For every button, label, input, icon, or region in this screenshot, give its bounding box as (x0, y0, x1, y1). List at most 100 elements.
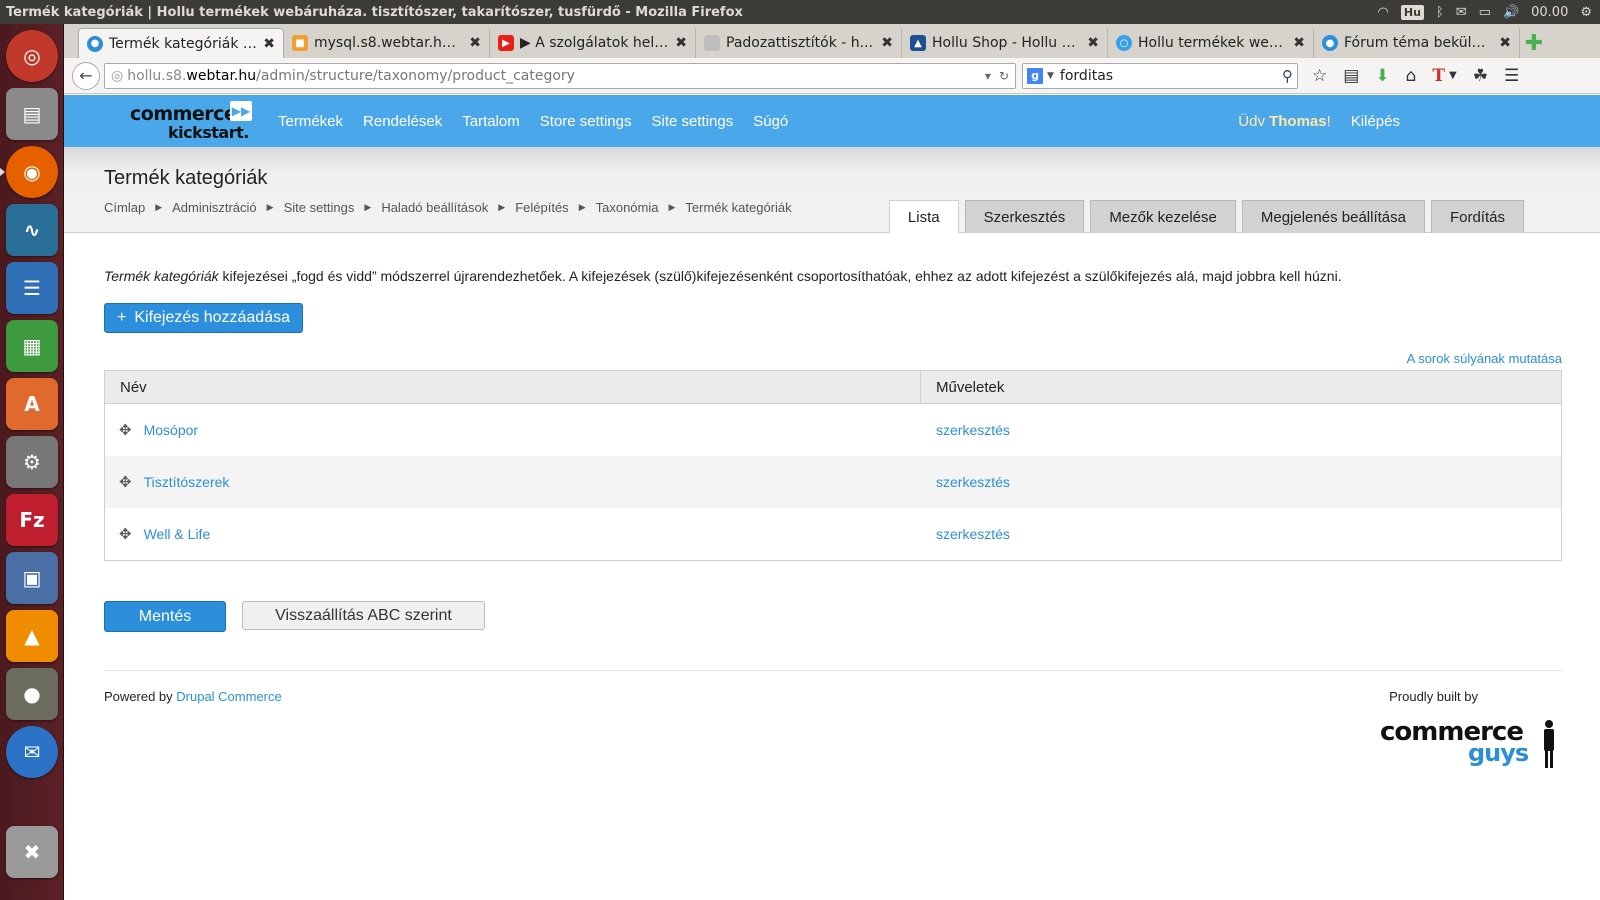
tab-label: Fórum téma beküld... (1344, 35, 1494, 51)
hollu-favicon-icon: ▲ (910, 35, 926, 51)
logout-link[interactable]: Kilépés (1351, 113, 1400, 130)
writer-icon[interactable]: ☰ (6, 262, 58, 314)
drag-handle-icon[interactable]: ✥ (119, 473, 132, 491)
home-icon[interactable]: ⌂ (1406, 66, 1417, 86)
logo-text-line1: commerce (130, 103, 237, 125)
remote-desktop-icon[interactable]: ▣ (6, 552, 58, 604)
vlc-icon[interactable]: ▲ (6, 610, 58, 662)
term-link[interactable]: Tisztítószerek (144, 474, 230, 490)
tab-list[interactable]: Lista (888, 200, 959, 233)
new-tab-plus-icon[interactable]: ✚ (1520, 28, 1548, 58)
tab-close-icon[interactable]: ✖ (469, 35, 481, 51)
browser-tab[interactable]: ▶ ▶ A szolgálatok hely... ✖ (490, 28, 696, 58)
bluetooth-icon[interactable]: ᛒ (1436, 5, 1444, 20)
file-manager-icon[interactable]: ▤ (6, 88, 58, 140)
translate-dropdown-icon[interactable]: ▼ (1449, 70, 1457, 81)
url-dropdown-icon[interactable]: ▾ (985, 69, 991, 83)
os-top-bar: Termék kategóriák | Hollu termékek webár… (0, 0, 1600, 24)
system-monitor-icon[interactable]: ∿ (6, 204, 58, 256)
filezilla-icon[interactable]: Fz (6, 494, 58, 546)
tab-manage-display[interactable]: Megjelenés beállítása (1241, 200, 1425, 233)
column-header-name: Név (105, 371, 921, 403)
mail-icon[interactable]: ✉ (1456, 5, 1467, 20)
tab-manage-fields[interactable]: Mezők kezelése (1090, 200, 1236, 233)
ubuntu-dash-icon[interactable]: ◎ (6, 30, 58, 82)
tab-close-icon[interactable]: ✖ (881, 35, 893, 51)
battery-icon[interactable]: ▭ (1479, 5, 1491, 20)
menu-item-store-settings[interactable]: Store settings (540, 113, 632, 130)
keyboard-layout-indicator[interactable]: Hu (1400, 4, 1424, 20)
search-engine-dropdown-icon[interactable]: ▼ (1047, 71, 1054, 81)
add-term-button[interactable]: + Kifejezés hozzáadása (104, 303, 303, 333)
browser-tab[interactable]: ■ mysql.s8.webtar.hu ... ✖ (284, 28, 490, 58)
menu-item-orders[interactable]: Rendelések (363, 113, 442, 130)
edit-link[interactable]: szerkesztés (936, 422, 1010, 438)
back-arrow-icon[interactable]: ← (72, 61, 100, 90)
tab-close-icon[interactable]: ✖ (263, 36, 275, 52)
download-arrow-icon[interactable]: ⬇ (1375, 66, 1389, 86)
breadcrumb-item[interactable]: Taxonómia (596, 200, 659, 215)
system-settings-icon[interactable]: ⚙ (6, 436, 58, 488)
tab-close-icon[interactable]: ✖ (1499, 35, 1511, 51)
term-link[interactable]: Mosópor (144, 422, 198, 438)
drupal-commerce-link[interactable]: Drupal Commerce (176, 689, 281, 704)
volume-icon[interactable]: 🔊 (1503, 5, 1519, 20)
software-center-icon[interactable]: A (6, 378, 58, 430)
youtube-favicon-icon: ▶ (498, 35, 514, 51)
gimp-icon[interactable]: ● (6, 668, 58, 720)
reset-alphabetical-button[interactable]: Visszaállítás ABC szerint (242, 601, 485, 630)
browser-tab[interactable]: ● Termék kategóriák |... ✖ (78, 28, 284, 58)
reload-icon[interactable]: ↻ (999, 69, 1009, 83)
commerce-kickstart-logo[interactable]: commerce ▶▶ kickstart. (130, 101, 260, 143)
main-menu: Termékek Rendelések Tartalom Store setti… (278, 95, 788, 147)
menu-item-help[interactable]: Súgó (753, 113, 788, 130)
browser-tab[interactable]: ▲ Hollu Shop - Hollu Sh... ✖ (902, 28, 1108, 58)
search-input[interactable]: forditas (1060, 68, 1282, 84)
breadcrumb-item[interactable]: Felépítés (515, 200, 568, 215)
bookmark-star-icon[interactable]: ☆ (1312, 66, 1327, 86)
site-header: commerce ▶▶ kickstart. Termékek Rendelés… (64, 95, 1600, 147)
menu-hamburger-icon[interactable]: ☰ (1504, 66, 1519, 86)
thunderbird-icon[interactable]: ✉ (6, 726, 58, 778)
calc-icon[interactable]: ▦ (6, 320, 58, 372)
tab-translate[interactable]: Fordítás (1430, 200, 1524, 233)
drupal-favicon-icon: ● (87, 35, 103, 52)
greeting-suffix: ! (1326, 112, 1331, 130)
term-link[interactable]: Well & Life (144, 526, 211, 542)
breadcrumb-item[interactable]: Adminisztráció (172, 200, 257, 215)
addon-icon[interactable]: ☘ (1473, 66, 1488, 86)
search-bar[interactable]: g ▼ forditas ⚲ (1022, 62, 1298, 89)
menu-item-products[interactable]: Termékek (278, 113, 343, 130)
wifi-icon[interactable]: ◠ (1378, 5, 1389, 20)
breadcrumb-item[interactable]: Címlap (104, 200, 145, 215)
browser-tab[interactable]: ○ Hollu termékek web... ✖ (1108, 28, 1314, 58)
settings-gear-icon[interactable]: ⚙ (1580, 5, 1592, 20)
drag-handle-icon[interactable]: ✥ (119, 525, 132, 543)
browser-tab[interactable]: ● Fórum téma beküld... ✖ (1314, 28, 1520, 58)
menu-item-content[interactable]: Tartalom (462, 113, 520, 130)
user-name-link[interactable]: Thomas (1269, 113, 1327, 130)
edit-link[interactable]: szerkesztés (936, 474, 1010, 490)
edit-link[interactable]: szerkesztés (936, 526, 1010, 542)
firefox-icon[interactable]: ◉ (6, 146, 58, 198)
browser-tab[interactable]: Padozattisztítók - h... ✖ (696, 28, 902, 58)
tab-close-icon[interactable]: ✖ (1087, 35, 1099, 51)
trash-icon[interactable]: ✖ (6, 826, 58, 878)
search-icon[interactable]: ⚲ (1282, 67, 1293, 85)
reading-list-icon[interactable]: ▤ (1343, 66, 1359, 86)
breadcrumb-separator-icon: ▶ (364, 202, 372, 212)
clock[interactable]: 00.00 (1531, 5, 1568, 20)
show-row-weights-link[interactable]: A sorok súlyának mutatása (1407, 351, 1562, 366)
breadcrumb-item[interactable]: Site settings (284, 200, 355, 215)
drag-handle-icon[interactable]: ✥ (119, 421, 132, 439)
commerce-guys-logo[interactable]: commerce guys (1380, 717, 1556, 773)
tab-close-icon[interactable]: ✖ (1293, 35, 1305, 51)
save-button[interactable]: Mentés (104, 601, 226, 632)
url-bar[interactable]: ◎ hollu.s8. webtar.hu /admin/structure/t… (104, 62, 1016, 89)
tab-edit[interactable]: Szerkesztés (964, 200, 1085, 233)
menu-item-site-settings[interactable]: Site settings (652, 113, 734, 130)
tab-close-icon[interactable]: ✖ (675, 35, 687, 51)
google-icon[interactable]: g (1027, 67, 1043, 84)
breadcrumb-item[interactable]: Haladó beállítások (381, 200, 488, 215)
translate-t-icon[interactable]: T (1432, 66, 1445, 86)
